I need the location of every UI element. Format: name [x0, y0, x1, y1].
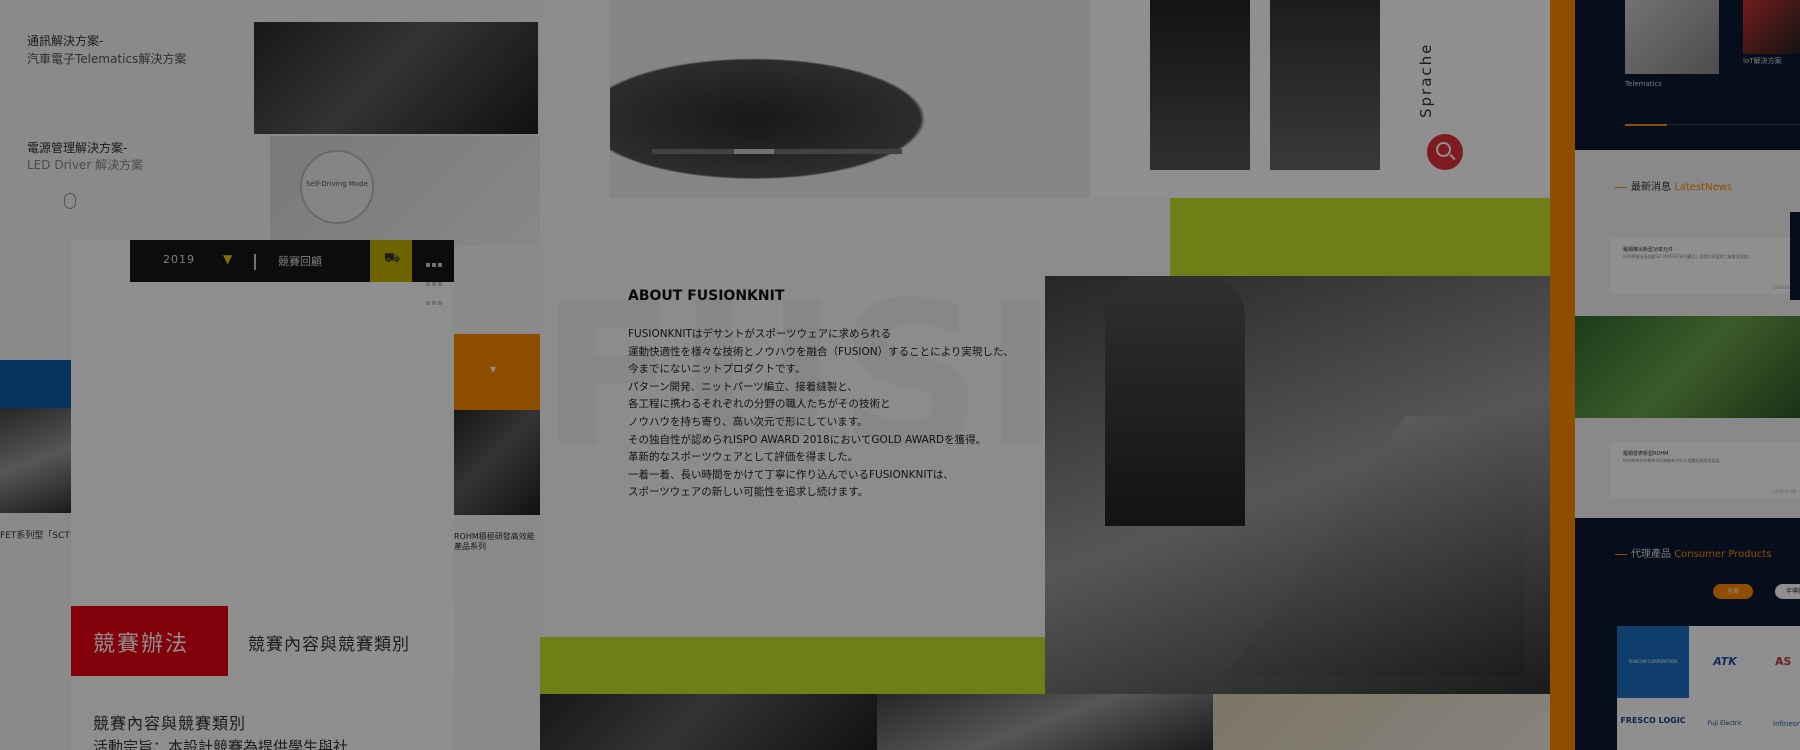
- treadmill-shape: [1225, 416, 1525, 676]
- review-link[interactable]: 競賽回顧: [278, 253, 322, 269]
- bottom-strip-photos: [540, 694, 1550, 750]
- telematics-label[interactable]: Telematics: [1625, 80, 1662, 88]
- cart-icon: ⛟: [384, 251, 401, 266]
- brand-grid: SUNCOM CORPORATION ATK AS FRESCO LOGIC F…: [1617, 626, 1800, 750]
- countdown-days: 01: [243, 531, 271, 556]
- countdown-hours: 25: [297, 531, 326, 556]
- cafe-photo: [540, 694, 877, 750]
- fusion-site-panel: ❚❚ Sprache FUSIONKNIT ABOUT FUSIONKNIT F…: [540, 0, 1550, 750]
- section-underline: [1625, 124, 1667, 126]
- contest-header-bar: 2019 ▼ 競賽回顧 ⛟: [130, 240, 454, 305]
- slider-progress[interactable]: [652, 149, 902, 154]
- caret-down-icon: ▼: [223, 252, 233, 266]
- contest-card: 2019 ▼ 競賽回顧 ⛟ 第十八屆壓克力 創意設計競賽 2019 ACRYLI…: [71, 240, 454, 750]
- tab-content[interactable]: 競賽內容與競賽類別: [228, 606, 454, 676]
- solution2-subtitle[interactable]: LED Driver 解決方案: [27, 156, 143, 173]
- language-link[interactable]: Sprache: [1417, 43, 1435, 118]
- news1-body: ROHM推出高效能SiC MOSFET系列產品，適用於車載與工業應用領域。: [1623, 254, 1752, 259]
- contest-hero: 第十八屆壓克力 創意設計競賽 2019 ACRYLIC DESIGN CONTE…: [71, 240, 454, 606]
- blue-strip: [0, 360, 72, 408]
- brand-as[interactable]: AS: [1761, 626, 1800, 698]
- news-section: 最新消息 LatestNews 羅姆推出新型功率元件 ROHM推出高效能SiC …: [1575, 150, 1800, 518]
- slider-progress-active: [734, 149, 774, 154]
- treadmill-row-photo: [877, 694, 1213, 750]
- smartwatch-photo: [254, 22, 538, 134]
- countdown-mins: 46: [355, 531, 384, 556]
- brand-atk[interactable]: ATK: [1689, 626, 1761, 698]
- solution1-subtitle[interactable]: 汽車電子Telematics解決方案: [27, 50, 186, 67]
- countdown-values: 01 Day 25 Hour 46 Min 78 Sec: [243, 531, 453, 556]
- latest-news-heading: 最新消息 LatestNews: [1615, 178, 1732, 193]
- tab-rules[interactable]: 競賽辦法: [71, 606, 228, 676]
- chevron-down-icon[interactable]: ▾: [490, 362, 496, 376]
- contest-badge: 2019 ACRYLIC DESIGN CONTEST: [71, 432, 169, 513]
- brand-fresco[interactable]: FRESCO LOGIC: [1617, 698, 1689, 750]
- lime-block-bottom: [540, 637, 1045, 695]
- countdown-secs: 78: [409, 531, 438, 556]
- chip-photo-left: [0, 408, 72, 513]
- contest-headline-1: 第十八屆壓克力: [263, 406, 424, 430]
- contest-logo-icon: [266, 373, 292, 397]
- news2-date: 2019.03.08: [1773, 489, 1796, 494]
- cart-button[interactable]: ⛟: [370, 240, 412, 282]
- contest-section-title: 競賽內容與競賽類別: [93, 714, 247, 733]
- filter-button-semiconductor[interactable]: 半導體: [1775, 584, 1800, 599]
- search-button[interactable]: [1427, 134, 1463, 170]
- about-title: ABOUT FUSIONKNIT: [628, 288, 785, 304]
- lime-block-top: [1170, 198, 1550, 276]
- grid-menu-icon[interactable]: [425, 253, 443, 310]
- brand-fuji[interactable]: Fuji Electric: [1689, 698, 1761, 750]
- dashboard-photo: Self-Driving Mode: [270, 136, 540, 246]
- right-site-panel: Telematics IoT解決方案 最新消息 LatestNews 羅姆推出新…: [1575, 0, 1800, 750]
- solution2-title[interactable]: 電源管理解決方案-: [27, 139, 127, 156]
- solution1-title[interactable]: 通訊解決方案-: [27, 32, 103, 49]
- year-select[interactable]: 2019 ▼: [130, 240, 240, 282]
- product-caption-2[interactable]: ROHM積極研發高效能產品系列: [454, 532, 540, 552]
- countdown-box: 活動時間 倒數計時 01 Day 25 Hour 46 Min 78 Sec: [163, 520, 452, 574]
- countdown-label: 活動時間 倒數計時: [177, 533, 217, 558]
- chip-photo-right: [454, 410, 540, 515]
- telematics-thumb[interactable]: [1625, 0, 1719, 74]
- about-body: FUSIONKNITはデサントがスポーツウェアに求められる 運動快適性を様々な技…: [628, 328, 1014, 499]
- brand-infineon[interactable]: Infineon: [1761, 698, 1800, 750]
- closeup-photo: [1213, 694, 1550, 750]
- header-divider: [254, 254, 256, 270]
- self-driving-badge: Self-Driving Mode: [300, 150, 374, 224]
- prism-frame: [97, 291, 267, 461]
- iot-thumb[interactable]: [1743, 0, 1800, 54]
- news-card-2[interactable]: 羅姆發表新型ROHM ROHM與合作夥伴共同推動新世代半導體技術應用發展。 20…: [1611, 442, 1800, 498]
- stepper-machine-photo: [610, 0, 1090, 198]
- stair-climber-photo-2: [1270, 0, 1380, 170]
- section-divider-line: [1667, 124, 1800, 125]
- orange-strip: ▾: [454, 334, 540, 410]
- stair-climber-photo: [1150, 0, 1250, 170]
- brand-suncom[interactable]: SUNCOM CORPORATION: [1617, 626, 1689, 698]
- news-card-1[interactable]: 羅姆推出新型功率元件 ROHM推出高效能SiC MOSFET系列產品，適用於車載…: [1611, 238, 1800, 294]
- filter-button-all[interactable]: 全部: [1713, 584, 1753, 599]
- orange-divider: [1550, 0, 1575, 750]
- news2-body: ROHM與合作夥伴共同推動新世代半導體技術應用發展。: [1623, 458, 1724, 463]
- news-arrow-dark[interactable]: [1790, 212, 1800, 300]
- prism-graphic: [71, 308, 253, 502]
- gym-treadmill-photo: [1045, 276, 1550, 694]
- aerial-road-photo: [1575, 316, 1800, 418]
- pause-icon[interactable]: ❚❚: [902, 146, 919, 157]
- news1-title: 羅姆推出新型功率元件: [1623, 247, 1674, 253]
- iot-label[interactable]: IoT解決方案: [1743, 56, 1782, 66]
- year-value: 2019: [163, 253, 195, 266]
- consumer-heading: 代理產品 Consumer Products: [1615, 545, 1772, 560]
- fitness-equipment-hero: ❚❚ Sprache: [610, 0, 1550, 198]
- contest-section-body: 活動宗旨：本設計競賽為提供學生與社: [93, 738, 349, 750]
- athlete-figure: [1105, 276, 1245, 526]
- contest-headline-2: 創意設計競賽: [263, 438, 401, 462]
- news2-title: 羅姆發表新型ROHM: [1623, 451, 1669, 457]
- scroll-down-icon[interactable]: [64, 193, 76, 209]
